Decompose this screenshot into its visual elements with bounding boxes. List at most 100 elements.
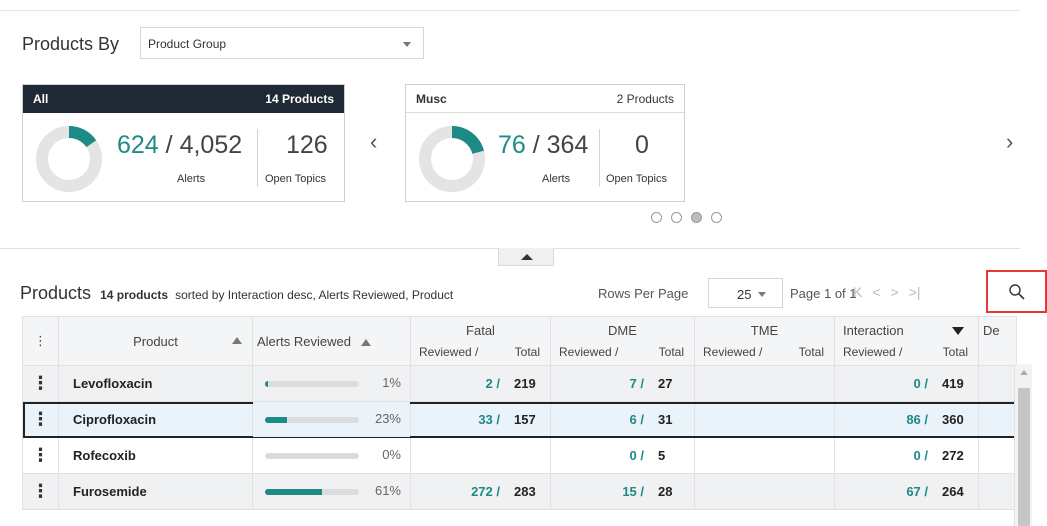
metric-cell: 67 / 264 xyxy=(834,473,979,510)
alerts-reviewed-percent: 1% xyxy=(382,375,401,390)
card-separator xyxy=(599,129,600,187)
next-page-icon[interactable]: > xyxy=(891,284,899,300)
total-value: 5 xyxy=(658,448,666,463)
extra-cell xyxy=(978,365,1017,402)
search-icon xyxy=(1009,284,1025,300)
collapse-panel-button[interactable] xyxy=(498,248,554,266)
header-sub-reviewed: Reviewed / xyxy=(559,345,619,359)
reviewed-value[interactable]: 6 / xyxy=(552,412,649,427)
table-row[interactable]: ⋮ Rofecoxib 0% 0 / 5 0 / 272 xyxy=(22,437,1017,474)
rows-per-page-value: 25 xyxy=(737,287,752,302)
total-value: 28 xyxy=(658,484,673,499)
column-header-extra[interactable]: De xyxy=(978,316,1017,366)
reviewed-value[interactable]: 2 / xyxy=(412,376,505,391)
metric-cell: 0 / 419 xyxy=(834,365,979,402)
scrollbar-thumb[interactable] xyxy=(1018,388,1030,526)
reviewed-value[interactable]: 15 / xyxy=(552,484,649,499)
total-value: 283 xyxy=(514,484,536,499)
total-value: 272 xyxy=(942,448,964,463)
extra-cell xyxy=(978,473,1017,510)
reviewed-value[interactable]: 0 / xyxy=(552,448,649,463)
reviewed-value[interactable]: 0 / xyxy=(836,448,933,463)
products-title: Products xyxy=(20,283,92,303)
card-header: All 14 Products xyxy=(23,85,344,113)
alerts-reviewed-value: 76 xyxy=(498,131,526,159)
carousel-dot[interactable] xyxy=(651,212,662,223)
extra-cell xyxy=(978,401,1017,438)
open-topics-label: Open Topics xyxy=(265,173,326,185)
column-header-interaction[interactable]: Interaction Reviewed / Total xyxy=(834,316,979,366)
column-menu-icon[interactable]: ⋮ xyxy=(22,316,59,366)
summary-card-all[interactable]: All 14 Products 624 / 4,052 Alerts 126 O… xyxy=(22,84,345,202)
rows-per-page-select[interactable]: 25 xyxy=(708,278,783,308)
total-value: 157 xyxy=(514,412,536,427)
products-by-label: Products By xyxy=(22,34,120,54)
alerts-reviewed-value: 624 xyxy=(117,131,159,159)
carousel-dot[interactable] xyxy=(671,212,682,223)
products-count: 14 products xyxy=(100,288,169,302)
row-menu-icon[interactable]: ⋮ xyxy=(22,473,59,510)
header-label: TME xyxy=(750,323,779,338)
chevron-down-icon xyxy=(403,42,411,47)
metric-cell: 0 / 272 xyxy=(834,437,979,474)
product-name[interactable]: Rofecoxib xyxy=(58,437,253,474)
table-scrollbar[interactable] xyxy=(1014,364,1032,526)
metric-cell: 86 / 360 xyxy=(834,401,979,438)
header-label: Fatal xyxy=(466,323,495,338)
column-header-dme[interactable]: DME Reviewed / Total xyxy=(550,316,695,366)
row-menu-icon[interactable]: ⋮ xyxy=(22,365,59,402)
metric-cell: 2 / 219 xyxy=(410,365,551,402)
carousel-dot-active[interactable] xyxy=(691,212,702,223)
product-group-select[interactable]: Product Group xyxy=(140,27,424,59)
metric-cell xyxy=(410,437,551,474)
total-value: 31 xyxy=(658,412,673,427)
product-name[interactable]: Furosemide xyxy=(58,473,253,510)
reviewed-value[interactable]: 86 / xyxy=(836,412,933,427)
row-menu-icon[interactable]: ⋮ xyxy=(22,401,59,438)
progress-bar xyxy=(265,381,359,387)
card-header: Musc 2 Products xyxy=(406,85,684,113)
header-sub-reviewed: Reviewed / xyxy=(703,345,763,359)
table-row[interactable]: ⋮ Ciprofloxacin 23% 33 / 157 6 / 31 86 / 360 xyxy=(22,401,1017,438)
carousel-prev-button[interactable]: ‹ xyxy=(370,131,377,153)
header-label: DME xyxy=(608,323,637,338)
summary-card-musc[interactable]: Musc 2 Products 76 / 364 Alerts 0 Open T… xyxy=(405,84,685,202)
alerts-donut-chart xyxy=(36,126,102,192)
extra-cell xyxy=(978,437,1017,474)
prev-page-icon[interactable]: < xyxy=(872,284,880,300)
alerts-donut-chart xyxy=(419,126,485,192)
metric-cell: 15 / 28 xyxy=(550,473,695,510)
scroll-up-icon[interactable] xyxy=(1020,370,1028,375)
search-button[interactable] xyxy=(986,270,1047,313)
sort-info: sorted by Interaction desc, Alerts Revie… xyxy=(175,288,454,302)
column-header-fatal[interactable]: Fatal Reviewed / Total xyxy=(410,316,551,366)
card-name: Musc xyxy=(416,91,447,106)
product-name[interactable]: Levofloxacin xyxy=(58,365,253,402)
alerts-reviewed-cell: 0% xyxy=(252,437,411,474)
column-header-alerts-reviewed[interactable]: Alerts Reviewed xyxy=(252,316,411,366)
alerts-reviewed-percent: 23% xyxy=(374,411,401,426)
reviewed-value[interactable]: 0 / xyxy=(836,376,933,391)
table-row[interactable]: ⋮ Levofloxacin 1% 2 / 219 7 / 27 0 / 419 xyxy=(22,365,1017,402)
first-page-icon[interactable]: K xyxy=(853,284,862,300)
reviewed-value[interactable]: 33 / xyxy=(412,412,505,427)
progress-bar xyxy=(265,417,359,423)
column-header-product[interactable]: Product xyxy=(58,316,253,366)
card-product-count: 14 Products xyxy=(265,92,334,106)
carousel-next-button[interactable]: › xyxy=(1006,131,1013,153)
carousel-dot[interactable] xyxy=(711,212,722,223)
product-name[interactable]: Ciprofloxacin xyxy=(58,401,253,438)
table-row[interactable]: ⋮ Furosemide 61% 272 / 283 15 / 28 67 / 264 xyxy=(22,473,1017,510)
page-info: Page 1 of 1 xyxy=(790,286,857,301)
reviewed-value[interactable]: 7 / xyxy=(552,376,649,391)
last-page-icon[interactable]: >| xyxy=(909,284,921,300)
reviewed-value[interactable]: 272 / xyxy=(412,484,505,499)
header-sub-total: Total xyxy=(942,345,968,359)
column-header-tme[interactable]: TME Reviewed / Total xyxy=(694,316,835,366)
row-menu-icon[interactable]: ⋮ xyxy=(22,437,59,474)
progress-bar xyxy=(265,489,359,495)
progress-bar-fill xyxy=(265,381,268,387)
reviewed-value[interactable]: 67 / xyxy=(836,484,933,499)
total-value: 264 xyxy=(942,484,964,499)
sort-asc-icon xyxy=(232,337,242,344)
